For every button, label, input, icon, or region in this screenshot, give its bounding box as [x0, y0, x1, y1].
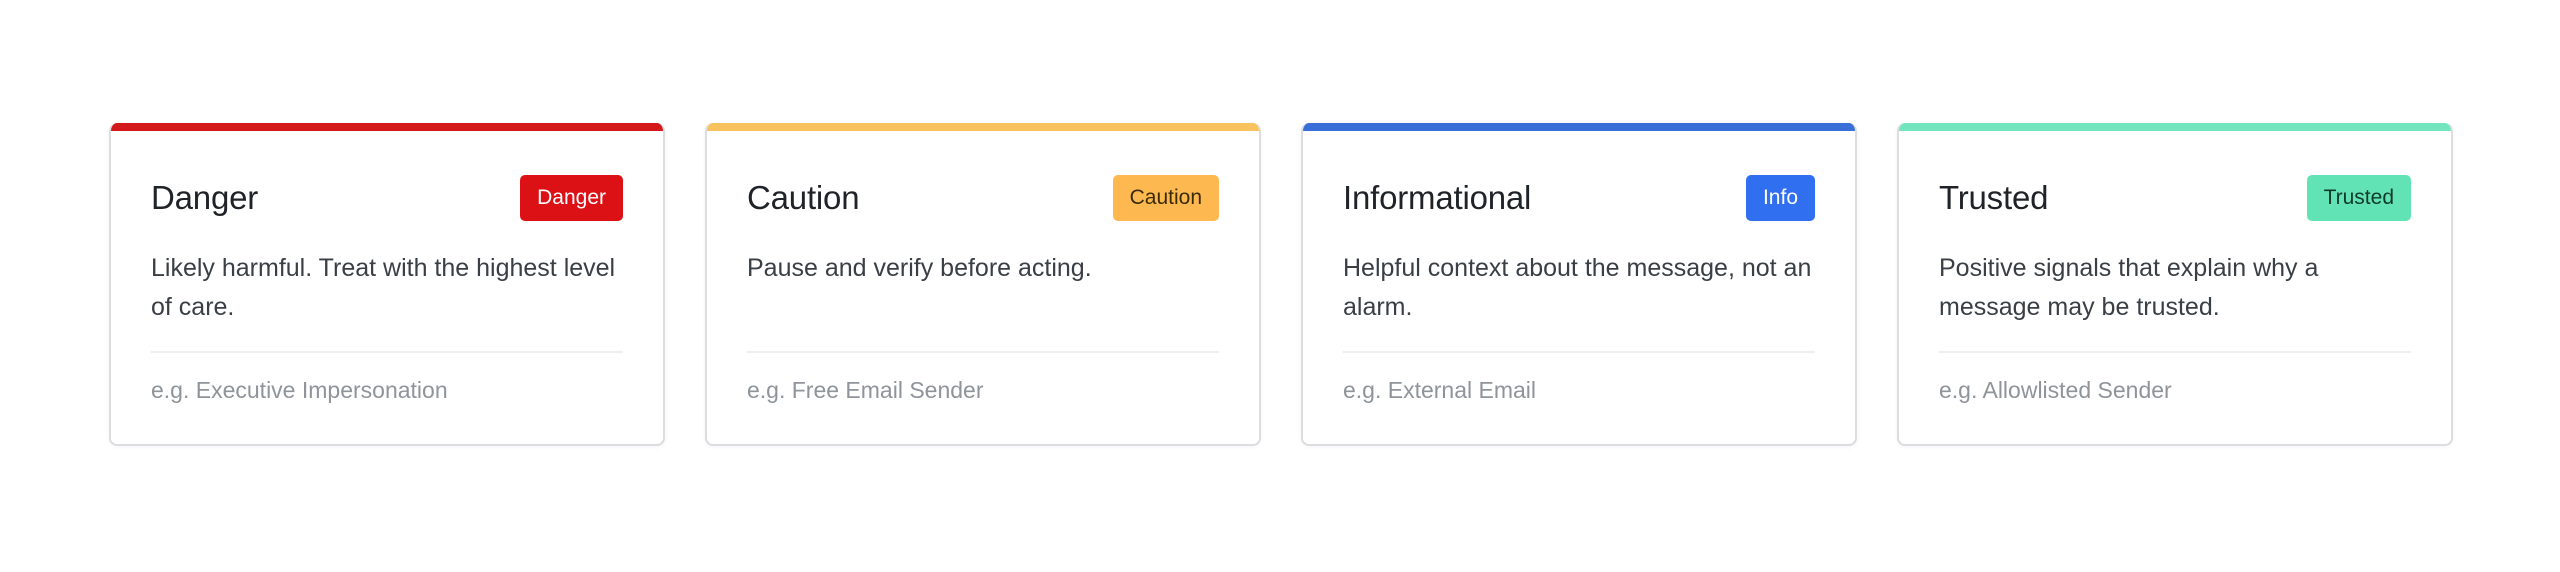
card-description: Positive signals that explain why a mess… — [1939, 254, 2319, 321]
card-accent-bar — [1303, 123, 1855, 131]
severity-card-danger: Danger Danger Likely harmful. Treat with… — [109, 123, 665, 446]
card-body: Trusted Trusted Positive signals that ex… — [1939, 131, 2411, 444]
card-accent-bar — [1899, 123, 2451, 131]
severity-badge: Trusted — [2306, 175, 2411, 221]
card-divider — [1343, 351, 1815, 353]
card-body: Informational Info Helpful context about… — [1343, 131, 1815, 444]
card-accent-bar — [111, 123, 663, 131]
card-example: e.g. External Email — [1343, 377, 1537, 403]
card-header: Danger Danger — [151, 173, 623, 223]
severity-badge: Info — [1745, 175, 1815, 221]
card-header: Caution Caution — [747, 173, 1219, 223]
card-title: Informational — [1343, 179, 1532, 216]
card-example: e.g. Executive Impersonation — [151, 377, 448, 403]
card-header: Informational Info — [1343, 173, 1815, 223]
card-accent-bar — [707, 123, 1259, 131]
card-header: Trusted Trusted — [1939, 173, 2411, 223]
card-divider — [1939, 351, 2411, 353]
severity-cards-row: Danger Danger Likely harmful. Treat with… — [109, 123, 2453, 446]
card-body: Caution Caution Pause and verify before … — [747, 131, 1219, 444]
card-divider — [151, 351, 623, 353]
card-description: Helpful context about the message, not a… — [1343, 254, 1812, 321]
card-description: Pause and verify before acting. — [747, 254, 1092, 282]
severity-badge: Caution — [1112, 175, 1219, 221]
card-body: Danger Danger Likely harmful. Treat with… — [151, 131, 623, 444]
severity-card-informational: Informational Info Helpful context about… — [1301, 123, 1857, 446]
card-title: Trusted — [1939, 179, 2049, 216]
card-description: Likely harmful. Treat with the highest l… — [151, 254, 616, 321]
card-example: e.g. Free Email Sender — [747, 377, 984, 403]
severity-card-trusted: Trusted Trusted Positive signals that ex… — [1897, 123, 2453, 446]
severity-card-caution: Caution Caution Pause and verify before … — [705, 123, 1261, 446]
severity-badge: Danger — [520, 175, 623, 221]
card-example: e.g. Allowlisted Sender — [1939, 377, 2172, 403]
card-title: Danger — [151, 179, 259, 216]
card-title: Caution — [747, 179, 860, 216]
card-divider — [747, 351, 1219, 353]
